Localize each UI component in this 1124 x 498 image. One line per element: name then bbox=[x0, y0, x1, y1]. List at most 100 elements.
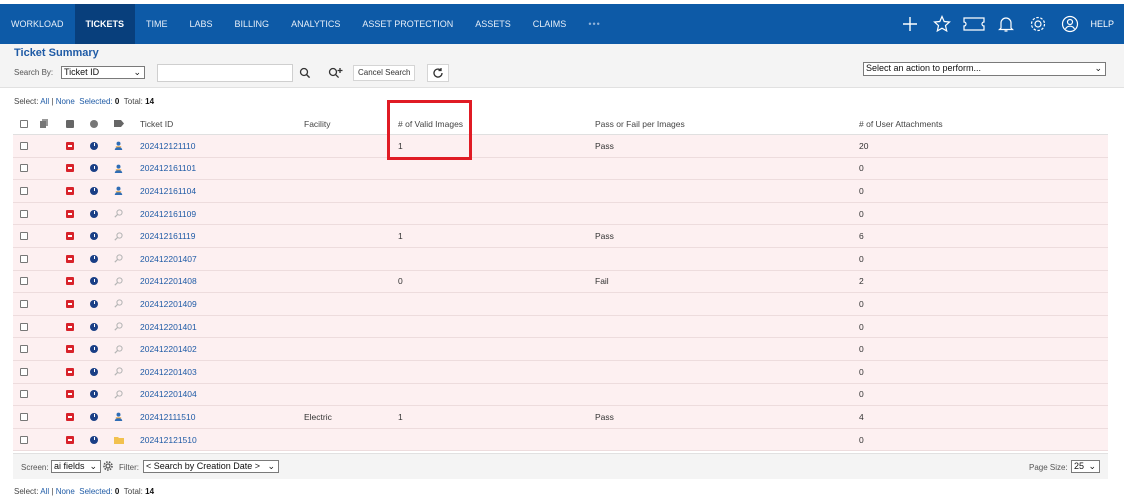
copy-icon[interactable] bbox=[40, 113, 48, 134]
nav-item-analytics[interactable]: ANALYTICS bbox=[280, 4, 351, 44]
priority-icon[interactable] bbox=[66, 248, 74, 270]
row-checkbox[interactable] bbox=[20, 316, 28, 338]
table-row[interactable]: 202412161101 0 bbox=[13, 157, 1108, 181]
table-row[interactable]: 202412201401 0 bbox=[13, 315, 1108, 339]
row-checkbox[interactable] bbox=[20, 384, 28, 406]
search-icon[interactable] bbox=[114, 338, 123, 360]
table-row[interactable]: 202412201402 0 bbox=[13, 338, 1108, 361]
refresh-button[interactable] bbox=[427, 64, 449, 82]
person-icon[interactable] bbox=[114, 158, 123, 180]
help-link[interactable]: HELP bbox=[1086, 19, 1114, 29]
table-row[interactable]: 202412111510 Electric 1 Pass 4 bbox=[13, 406, 1108, 429]
bell-icon[interactable] bbox=[990, 4, 1022, 44]
nav-item-time[interactable]: TIME bbox=[135, 4, 179, 44]
filter-select[interactable]: < Search by Creation Date > ⌄ bbox=[143, 460, 279, 473]
tag-header-icon[interactable] bbox=[114, 113, 124, 134]
person-icon[interactable] bbox=[114, 135, 123, 157]
screen-select[interactable]: ai fields ⌄ bbox=[51, 460, 101, 473]
nav-item-asset-protection[interactable]: ASSET PROTECTION bbox=[351, 4, 464, 44]
row-checkbox[interactable] bbox=[20, 248, 28, 270]
priority-icon[interactable] bbox=[66, 158, 74, 180]
search-icon[interactable] bbox=[114, 384, 123, 406]
priority-icon[interactable] bbox=[66, 225, 74, 247]
nav-more[interactable]: ••• bbox=[577, 4, 611, 44]
clock-icon[interactable] bbox=[90, 271, 98, 293]
gear-icon[interactable] bbox=[103, 461, 113, 473]
person-icon[interactable] bbox=[114, 180, 123, 202]
ticket-id-link[interactable]: 202412201409 bbox=[140, 293, 197, 315]
clock-icon[interactable] bbox=[90, 248, 98, 270]
clock-icon[interactable] bbox=[90, 361, 98, 383]
priority-icon[interactable] bbox=[66, 384, 74, 406]
ticket-id-link[interactable]: 202412161101 bbox=[140, 158, 196, 180]
advanced-search-button[interactable] bbox=[325, 64, 347, 82]
row-checkbox[interactable] bbox=[20, 225, 28, 247]
person-icon[interactable] bbox=[114, 406, 123, 428]
row-checkbox[interactable] bbox=[20, 158, 28, 180]
priority-icon[interactable] bbox=[66, 271, 74, 293]
search-icon[interactable] bbox=[114, 293, 123, 315]
row-checkbox[interactable] bbox=[20, 203, 28, 225]
row-checkbox[interactable] bbox=[20, 361, 28, 383]
star-icon[interactable] bbox=[926, 4, 958, 44]
clock-icon[interactable] bbox=[90, 203, 98, 225]
nav-item-assets[interactable]: ASSETS bbox=[464, 4, 522, 44]
header-valid-images[interactable]: # of Valid Images bbox=[398, 113, 463, 134]
ticket-id-link[interactable]: 202412201403 bbox=[140, 361, 197, 383]
search-by-select[interactable]: Ticket ID ⌄ bbox=[61, 66, 145, 79]
select-all-link[interactable]: All bbox=[40, 97, 49, 106]
plus-icon[interactable] bbox=[894, 4, 926, 44]
table-row[interactable]: 202412121510 0 bbox=[13, 428, 1108, 452]
select-none-link[interactable]: None bbox=[56, 97, 75, 106]
clock-icon[interactable] bbox=[90, 180, 98, 202]
page-size-select[interactable]: 25 ⌄ bbox=[1071, 460, 1100, 473]
table-row[interactable]: 202412201407 0 bbox=[13, 247, 1108, 271]
ticket-id-link[interactable]: 202412121510 bbox=[140, 429, 197, 451]
user-circle-icon[interactable] bbox=[1054, 4, 1086, 44]
search-icon[interactable] bbox=[114, 225, 123, 247]
cancel-search-button[interactable]: Cancel Search bbox=[353, 65, 416, 81]
clock-icon[interactable] bbox=[90, 225, 98, 247]
priority-icon[interactable] bbox=[66, 429, 74, 451]
ticket-icon[interactable] bbox=[958, 4, 990, 44]
header-pass-fail[interactable]: Pass or Fail per Images bbox=[595, 113, 685, 134]
nav-item-workload[interactable]: WORKLOAD bbox=[0, 4, 75, 44]
ticket-id-link[interactable]: 202412201407 bbox=[140, 248, 197, 270]
select-all-link[interactable]: All bbox=[40, 487, 49, 496]
row-checkbox[interactable] bbox=[20, 293, 28, 315]
ticket-id-link[interactable]: 202412201401 bbox=[140, 316, 197, 338]
nav-item-billing[interactable]: BILLING bbox=[224, 4, 281, 44]
priority-header-icon[interactable] bbox=[66, 113, 74, 134]
clock-icon[interactable] bbox=[90, 338, 98, 360]
priority-icon[interactable] bbox=[66, 316, 74, 338]
search-icon[interactable] bbox=[114, 203, 123, 225]
table-row[interactable]: 202412201404 0 bbox=[13, 383, 1108, 407]
clock-icon[interactable] bbox=[90, 406, 98, 428]
priority-icon[interactable] bbox=[66, 338, 74, 360]
table-row[interactable]: 202412121110 1 Pass 20 bbox=[13, 135, 1108, 158]
row-checkbox[interactable] bbox=[20, 135, 28, 157]
ticket-id-link[interactable]: 202412201404 bbox=[140, 384, 197, 406]
folder-icon[interactable] bbox=[114, 429, 124, 451]
priority-icon[interactable] bbox=[66, 406, 74, 428]
table-row[interactable]: 202412161119 1 Pass 6 bbox=[13, 225, 1108, 248]
row-checkbox[interactable] bbox=[20, 180, 28, 202]
search-icon[interactable] bbox=[114, 316, 123, 338]
ticket-id-link[interactable]: 202412161119 bbox=[140, 225, 195, 247]
table-row[interactable]: 202412161104 0 bbox=[13, 180, 1108, 203]
clock-icon[interactable] bbox=[90, 384, 98, 406]
priority-icon[interactable] bbox=[66, 135, 74, 157]
select-none-link[interactable]: None bbox=[56, 487, 75, 496]
search-button[interactable] bbox=[294, 64, 316, 82]
search-icon[interactable] bbox=[114, 248, 123, 270]
search-input[interactable] bbox=[157, 64, 293, 82]
header-facility[interactable]: Facility bbox=[304, 113, 330, 134]
action-select[interactable]: Select an action to perform... ⌄ bbox=[863, 62, 1106, 76]
ticket-id-link[interactable]: 202412111510 bbox=[140, 406, 195, 428]
nav-item-labs[interactable]: LABS bbox=[179, 4, 224, 44]
row-checkbox[interactable] bbox=[20, 338, 28, 360]
priority-icon[interactable] bbox=[66, 293, 74, 315]
nav-item-claims[interactable]: CLAIMS bbox=[522, 4, 578, 44]
clock-header-icon[interactable] bbox=[90, 113, 98, 134]
nav-item-tickets[interactable]: TICKETS bbox=[74, 4, 136, 44]
